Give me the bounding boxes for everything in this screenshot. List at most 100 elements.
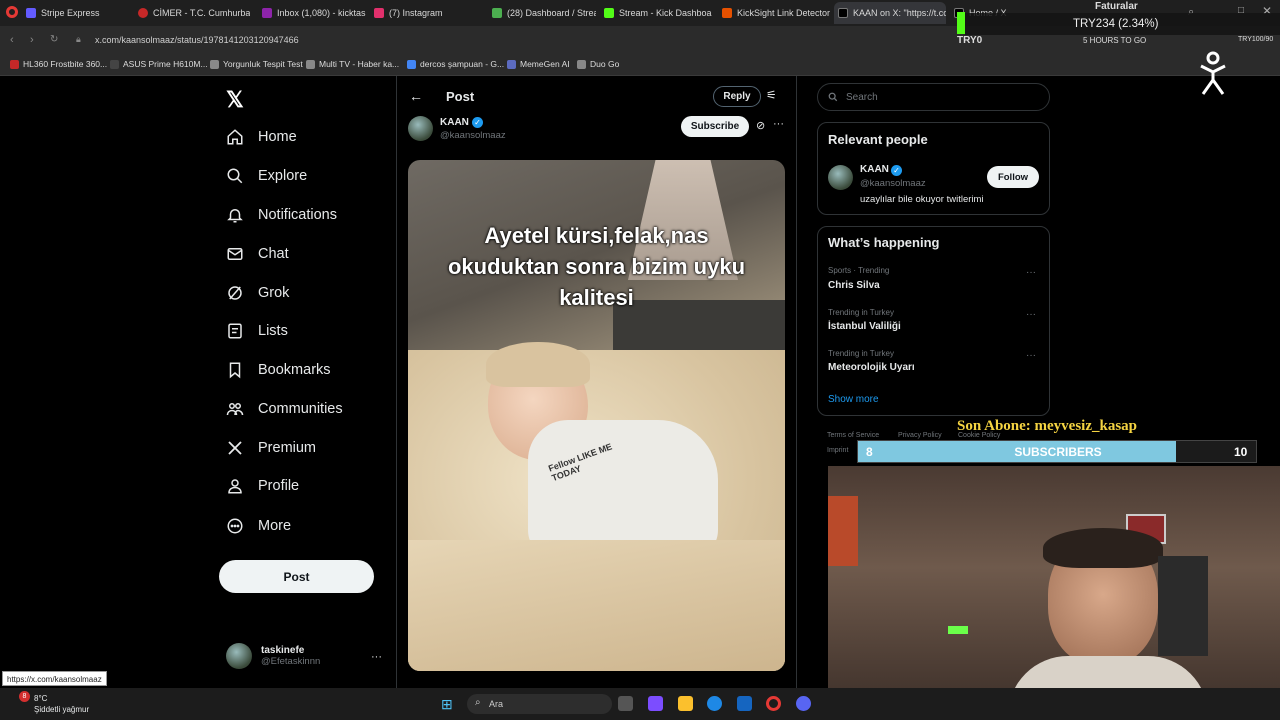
opera-logo-icon[interactable] — [6, 6, 18, 18]
account-switcher[interactable]: taskinefe @Efetaskinnn — [226, 643, 320, 669]
task-view-icon[interactable] — [618, 696, 633, 711]
subscribe-button[interactable]: Subscribe — [681, 116, 749, 137]
windows-start-icon[interactable]: ⊞ — [441, 696, 453, 713]
bookmark-item[interactable]: MemeGen AI — [507, 59, 570, 69]
currency-ticker: TRY234 (2.34%) — [965, 13, 1280, 35]
author-name[interactable]: KAAN — [440, 117, 469, 128]
kick-mascot-icon — [1197, 50, 1229, 96]
footer-link[interactable]: Terms of Service — [827, 432, 879, 439]
faturalar-label: Faturalar — [1095, 1, 1138, 12]
x-logo-icon[interactable]: 𝕏 — [226, 87, 244, 113]
bookmarks-bar: HL360 Frostbite 360... ASUS Prime H610M.… — [0, 54, 1280, 76]
nav-lists[interactable]: Lists — [226, 322, 288, 340]
edge-icon[interactable] — [707, 696, 722, 711]
tab-gmail[interactable]: Inbox (1,080) - kicktaskin — [258, 2, 366, 24]
footer-link[interactable]: Imprint — [827, 447, 848, 454]
tab-stripe[interactable]: Stripe Express — [22, 2, 130, 24]
back-arrow-icon[interactable]: ← — [409, 88, 423, 104]
lock-icon: 🔒︎ — [76, 34, 81, 44]
cimer-icon — [138, 8, 148, 18]
tab-kicksight[interactable]: KickSight Link Detector — [718, 2, 830, 24]
kick-icon — [604, 8, 614, 18]
grok-icon[interactable]: ⊘ — [756, 119, 765, 132]
blanket — [408, 540, 785, 671]
nav-chat[interactable]: Chat — [226, 245, 289, 263]
account-more-icon[interactable]: ··· — [371, 651, 382, 663]
stripe-icon — [26, 8, 36, 18]
bookmark-icon — [10, 59, 19, 69]
kicksight-icon — [722, 8, 732, 18]
taskbar-search[interactable]: Ara — [467, 694, 612, 714]
link-preview: https://x.com/kaansolmaaz — [2, 671, 107, 686]
chair — [1158, 556, 1208, 656]
nav-premium[interactable]: Premium — [226, 439, 316, 457]
bookmark-item[interactable]: Yorgunluk Tespit Test — [210, 59, 303, 69]
tab-streamlabs[interactable]: (28) Dashboard / Streamla — [488, 2, 596, 24]
trend-title[interactable]: İstanbul Valiliği — [828, 321, 901, 332]
person-icon — [228, 479, 242, 494]
nav-grok[interactable]: Grok — [226, 284, 289, 302]
trend-meta: Sports · Trending — [828, 266, 890, 275]
taskbar — [0, 688, 1280, 720]
post-button[interactable]: Post — [219, 560, 374, 593]
search-icon — [227, 168, 243, 184]
poster — [828, 496, 858, 566]
author-handle[interactable]: @kaansolmaaz — [440, 130, 506, 141]
opera-icon[interactable] — [766, 696, 781, 711]
ticker-accent — [957, 12, 965, 34]
nav-profile[interactable]: Profile — [226, 477, 299, 495]
tab-x-post[interactable]: KAAN on X: "https://t.co/ — [834, 2, 946, 24]
avatar — [226, 643, 252, 669]
nav-explore[interactable]: Explore — [226, 167, 307, 185]
rp-handle[interactable]: @kaansolmaaz — [860, 178, 926, 189]
tab-cimer[interactable]: CİMER - T.C. Cumhurbaşk — [134, 2, 250, 24]
whats-happening-title: What’s happening — [828, 235, 940, 250]
last-subscriber: Son Abone: meyvesiz_kasap — [957, 418, 1138, 434]
bookmark-item[interactable]: Duo Go — [577, 59, 619, 69]
account-name: taskinefe — [261, 645, 305, 656]
currency-tag: TRY0 — [957, 35, 983, 46]
tab-instagram[interactable]: (7) Instagram — [370, 2, 482, 24]
bookmark-item[interactable]: dercos şampuan - G... — [407, 59, 504, 69]
nav-more[interactable]: More — [226, 517, 291, 535]
footer-link[interactable]: Privacy Policy — [898, 432, 942, 439]
page-title: Post — [446, 89, 475, 104]
follow-button[interactable]: Follow — [987, 166, 1039, 188]
nav-home[interactable]: Home — [226, 128, 297, 146]
reply-button[interactable]: Reply — [713, 86, 761, 107]
store-icon[interactable] — [737, 696, 752, 711]
trend-more-icon[interactable]: ··· — [1026, 309, 1036, 320]
trend-more-icon[interactable]: ··· — [1026, 350, 1036, 361]
trend-title[interactable]: Meteorolojik Uyarı — [828, 362, 915, 373]
sliders-icon[interactable]: ⚟ — [766, 88, 777, 102]
tab-kick-dashboard[interactable]: Stream - Kick Dashboard — [600, 2, 712, 24]
back-icon[interactable]: ‹ — [10, 34, 14, 46]
show-more-link[interactable]: Show more — [828, 394, 879, 405]
file-explorer-icon[interactable] — [678, 696, 693, 711]
reload-icon[interactable]: ↻ — [50, 34, 58, 45]
notification-badge: 8 — [19, 691, 30, 702]
hours-countdown: 5 HOURS TO GO — [1083, 36, 1147, 45]
nav-communities[interactable]: Communities — [226, 400, 343, 418]
search-input[interactable]: Search — [817, 83, 1050, 111]
trend-title[interactable]: Chris Silva — [828, 280, 880, 291]
avatar[interactable] — [828, 165, 853, 190]
bookmark-item[interactable]: HL360 Frostbite 360... — [10, 59, 107, 69]
more-icon[interactable]: ··· — [773, 118, 784, 130]
nav-bookmarks[interactable]: Bookmarks — [226, 361, 331, 379]
discord-icon[interactable] — [796, 696, 811, 711]
trend-meta: Trending in Turkey — [828, 349, 894, 358]
post-media[interactable]: Fellow LIKE ME TODAY Ayetel kürsi,felak,… — [408, 160, 785, 671]
url-field[interactable]: x.com/kaansolmaaz/status/197814120312094… — [95, 35, 299, 45]
bookmark-icon — [229, 362, 241, 379]
forward-icon[interactable]: › — [30, 34, 34, 46]
nav-notifications[interactable]: Notifications — [226, 206, 337, 224]
rp-name[interactable]: KAAN — [860, 164, 889, 175]
copilot-icon[interactable] — [648, 696, 663, 711]
trend-meta: Trending in Turkey — [828, 308, 894, 317]
bookmark-item[interactable]: Multi TV - Haber ka... — [306, 59, 399, 69]
author-avatar[interactable] — [408, 116, 433, 141]
desk-light — [948, 626, 968, 634]
trend-more-icon[interactable]: ··· — [1026, 267, 1036, 278]
bookmark-item[interactable]: ASUS Prime H610M... — [110, 59, 208, 69]
